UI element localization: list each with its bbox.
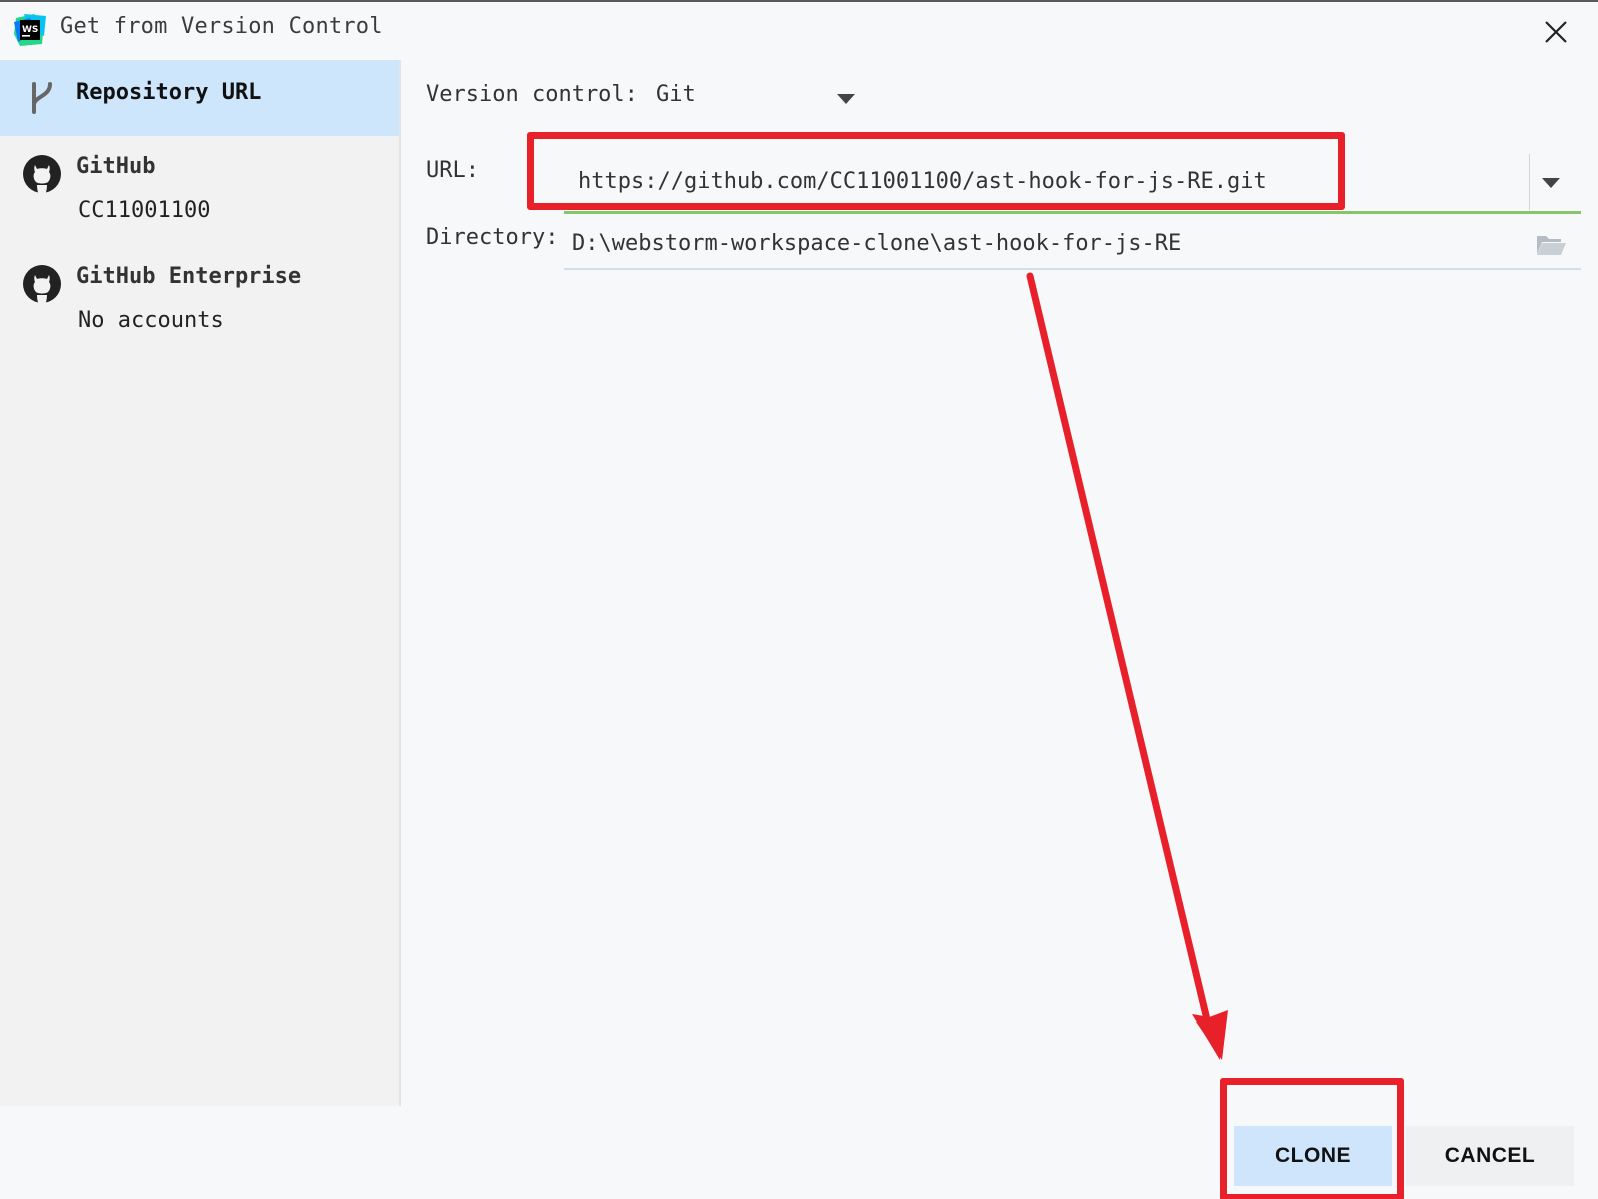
- dialog-footer: CLONE CANCEL: [0, 1106, 1598, 1199]
- vcs-branch-icon: [32, 82, 52, 114]
- source-sidebar: Repository URL GitHub CC11001100 GitHub …: [0, 60, 401, 1106]
- sidebar-item-github-enterprise[interactable]: GitHub Enterprise No accounts: [0, 248, 399, 358]
- github-icon: [23, 155, 61, 193]
- version-control-label: Version control:: [426, 82, 638, 107]
- directory-label: Directory:: [426, 225, 559, 250]
- url-history-dropdown[interactable]: [1529, 154, 1571, 210]
- folder-open-icon[interactable]: [1535, 232, 1567, 258]
- sidebar-item-label: GitHub Enterprise: [76, 264, 302, 289]
- url-label: URL:: [426, 158, 479, 183]
- url-input[interactable]: [578, 152, 1498, 210]
- repository-url-panel: Version control: Git URL: Directory:: [401, 60, 1598, 1106]
- directory-field: [564, 220, 1581, 270]
- cancel-button[interactable]: CANCEL: [1406, 1126, 1574, 1186]
- clone-button[interactable]: CLONE: [1234, 1126, 1392, 1186]
- chevron-down-icon[interactable]: [837, 94, 855, 104]
- sidebar-item-label: Repository URL: [76, 80, 262, 105]
- window-title: Get from Version Control: [60, 14, 383, 39]
- directory-input[interactable]: [572, 224, 1502, 262]
- sidebar-item-label: GitHub: [76, 154, 156, 179]
- logo-text: WS: [22, 25, 38, 35]
- github-account-name: CC11001100: [78, 198, 211, 223]
- sidebar-item-github[interactable]: GitHub CC11001100: [0, 138, 399, 246]
- github-enterprise-status: No accounts: [78, 308, 224, 333]
- title-bar: WS Get from Version Control: [0, 2, 1598, 60]
- get-from-vcs-dialog: WS Get from Version Control Repository U…: [0, 0, 1598, 1199]
- webstorm-logo-icon: WS: [14, 14, 46, 46]
- github-icon: [23, 265, 61, 303]
- close-icon[interactable]: [1542, 18, 1570, 46]
- sidebar-item-repository-url[interactable]: Repository URL: [0, 60, 399, 136]
- version-control-select[interactable]: Git: [656, 82, 696, 107]
- url-field: [564, 152, 1581, 214]
